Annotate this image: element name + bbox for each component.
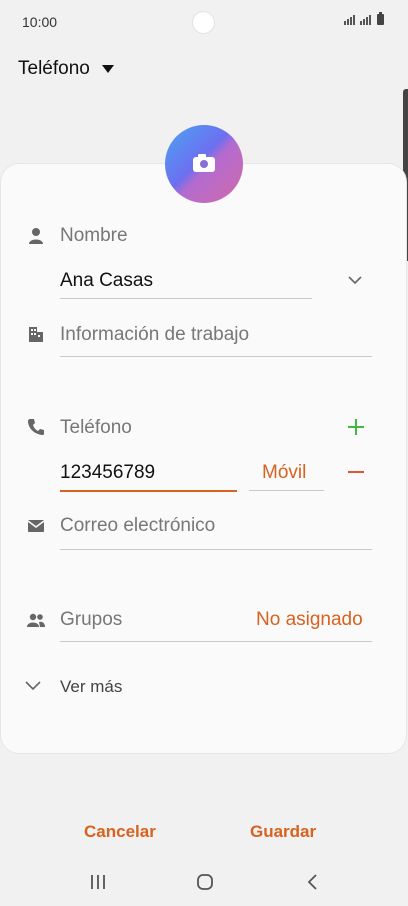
remove-phone-button[interactable] <box>346 462 366 482</box>
account-label: Teléfono <box>18 58 90 79</box>
groups-field-underline <box>60 641 372 642</box>
groups-label: Grupos <box>60 609 123 630</box>
email-field-underline <box>60 549 372 550</box>
battery-icon <box>377 12 384 25</box>
contact-photo-button[interactable] <box>165 125 243 203</box>
home-button[interactable] <box>193 870 217 894</box>
phone-type-underline <box>249 490 324 491</box>
groups-selector[interactable]: No asignado <box>256 609 363 631</box>
phone-type-selector[interactable]: Móvil <box>262 462 306 484</box>
name-field-underline <box>60 298 312 299</box>
minus-icon <box>348 471 364 473</box>
email-field[interactable]: Correo electrónico <box>60 515 215 537</box>
save-button[interactable]: Guardar <box>250 822 316 842</box>
plus-icon <box>348 419 364 435</box>
contact-form-card <box>1 164 406 753</box>
name-label: Nombre <box>60 225 128 246</box>
mail-icon <box>26 516 46 536</box>
status-bar: 10:00 <box>0 0 408 46</box>
recent-apps-icon <box>91 875 105 889</box>
phone-icon <box>26 417 46 437</box>
group-icon <box>26 610 46 630</box>
chevron-down-icon <box>24 678 42 694</box>
signal-icon <box>344 15 355 25</box>
work-info-field[interactable]: Información de trabajo <box>60 324 249 346</box>
chevron-down-icon[interactable] <box>347 272 363 288</box>
back-button[interactable] <box>300 870 324 894</box>
system-icons <box>344 12 384 25</box>
back-icon <box>307 874 317 890</box>
phone-number-field[interactable]: 123456789 <box>60 462 155 484</box>
building-icon <box>26 324 46 344</box>
cancel-button[interactable]: Cancelar <box>84 822 156 842</box>
signal-icon <box>360 15 371 25</box>
home-icon <box>197 874 213 890</box>
name-field[interactable]: Ana Casas <box>60 270 153 292</box>
caret-down-icon <box>101 65 114 73</box>
view-more-button[interactable]: Ver más <box>60 677 122 697</box>
status-time: 10:00 <box>22 14 58 30</box>
work-field-underline <box>60 356 372 357</box>
phone-label: Teléfono <box>60 417 132 438</box>
recent-apps-button[interactable] <box>86 870 110 894</box>
add-phone-button[interactable] <box>346 417 366 437</box>
person-icon <box>26 226 46 246</box>
camera-icon <box>193 153 215 172</box>
front-camera <box>193 12 214 33</box>
phone-field-underline <box>60 490 237 492</box>
account-selector[interactable]: Teléfono <box>18 58 114 80</box>
